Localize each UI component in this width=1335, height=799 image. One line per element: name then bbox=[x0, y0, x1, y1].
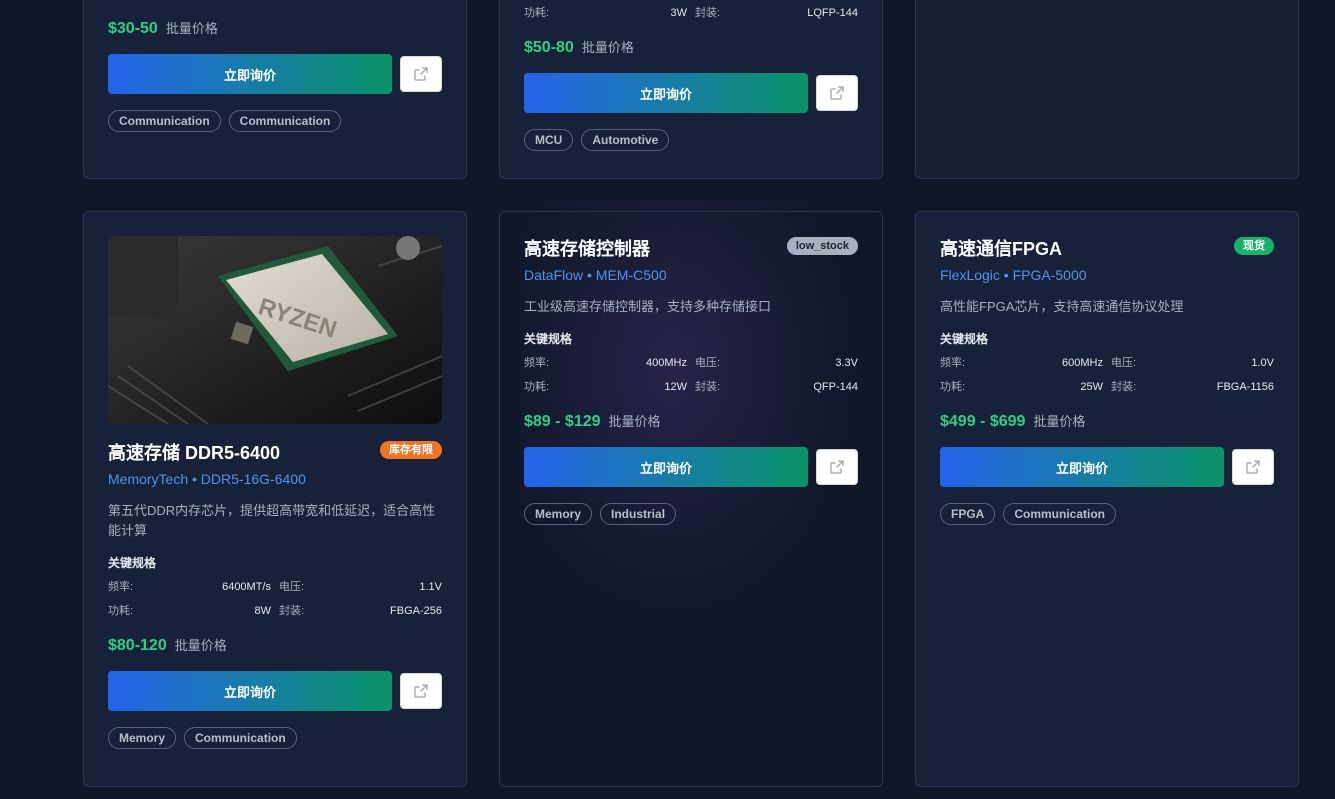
inquire-button[interactable]: 立即询价 bbox=[524, 447, 808, 487]
tag-list: MCU Automotive bbox=[524, 129, 858, 151]
spec-item: 功耗: 12W bbox=[524, 381, 687, 393]
inquire-button[interactable]: 立即询价 bbox=[524, 73, 808, 113]
tag[interactable]: Communication bbox=[228, 110, 342, 132]
inquire-button[interactable]: 立即询价 bbox=[940, 447, 1224, 487]
price-row: $80-120 批量价格 bbox=[108, 635, 442, 655]
spec-item: 频率: 6400MT/s bbox=[108, 581, 271, 593]
price: $50-80 bbox=[524, 39, 574, 56]
price-row: $89 - $129 批量价格 bbox=[524, 411, 858, 431]
external-link-button[interactable] bbox=[400, 56, 442, 92]
tag-list: Memory Industrial bbox=[524, 503, 858, 525]
inquire-button[interactable]: 立即询价 bbox=[108, 54, 392, 94]
tag-list: Communication Communication bbox=[108, 110, 442, 132]
spec-item: 封装: FBGA-256 bbox=[279, 605, 442, 617]
action-row: 立即询价 bbox=[108, 671, 442, 711]
external-link-icon bbox=[1246, 460, 1260, 474]
product-description: 工业级高速存储控制器，支持多种存储接口 bbox=[524, 299, 772, 314]
action-row: 立即询价 bbox=[524, 73, 858, 113]
external-link-icon bbox=[830, 460, 844, 474]
tag[interactable]: Communication bbox=[108, 110, 221, 132]
stock-badge: 现货 bbox=[1234, 237, 1274, 255]
external-link-button[interactable] bbox=[816, 449, 858, 485]
price-note: 批量价格 bbox=[174, 638, 227, 653]
spec-grid: 频率: 6400MT/s 电压: 1.1V 功耗: 8W 封装: FBGA-256 bbox=[108, 579, 442, 619]
spec-item: 封装: LQFP-144 bbox=[695, 7, 858, 19]
product-card-ddr5[interactable]: RYZEN 高速存储 DDR5-6400 库存有限 MemoryTech • D… bbox=[83, 211, 467, 787]
external-link-icon bbox=[414, 67, 428, 81]
price-note: 批量价格 bbox=[165, 21, 218, 36]
manufacturer-part[interactable]: DataFlow • MEM-C500 bbox=[524, 265, 858, 285]
specs-heading: 关键规格 bbox=[524, 332, 573, 346]
price-note: 批量价格 bbox=[581, 40, 634, 55]
spec-item: 电压: 3.3V bbox=[695, 357, 858, 369]
tag[interactable]: Communication bbox=[1003, 503, 1117, 525]
inquire-button[interactable]: 立即询价 bbox=[108, 671, 392, 711]
product-image: RYZEN bbox=[108, 236, 442, 424]
price: $499 - $699 bbox=[940, 413, 1026, 430]
manufacturer-part[interactable]: MemoryTech • DDR5-16G-6400 bbox=[108, 469, 442, 489]
spec-item: 功耗: 3W bbox=[524, 7, 687, 19]
tag[interactable]: FPGA bbox=[940, 503, 996, 525]
price-row: $50-80 批量价格 bbox=[524, 37, 858, 57]
spec-item: 电压: 1.1V bbox=[279, 581, 442, 593]
action-row: 立即询价 bbox=[524, 447, 858, 487]
price-row: $30-50 批量价格 bbox=[108, 18, 442, 38]
product-title[interactable]: 高速存储 DDR5-6400 bbox=[108, 441, 280, 465]
price: $89 - $129 bbox=[524, 413, 601, 430]
product-title[interactable]: 高速通信FPGA bbox=[940, 237, 1062, 261]
spec-item: 封装: FBGA-1156 bbox=[1111, 381, 1274, 393]
tag[interactable]: Automotive bbox=[581, 129, 670, 151]
action-row: 立即询价 bbox=[940, 447, 1274, 487]
product-card-top-1: $30-50 批量价格 立即询价 Communication Communica… bbox=[83, 0, 467, 179]
spec-item: 电压: 1.0V bbox=[1111, 357, 1274, 369]
specs-heading: 关键规格 bbox=[940, 332, 989, 346]
external-link-icon bbox=[830, 86, 844, 100]
title-row: 高速存储 DDR5-6400 库存有限 bbox=[108, 441, 442, 465]
product-description: 第五代DDR内存芯片，提供超高带宽和低延迟，适合高性能计算 bbox=[108, 503, 436, 538]
stock-badge: low_stock bbox=[786, 237, 858, 255]
stock-badge: 库存有限 bbox=[380, 441, 442, 459]
tag[interactable]: Memory bbox=[524, 503, 593, 525]
product-grid: $30-50 批量价格 立即询价 Communication Communica… bbox=[0, 0, 1335, 799]
action-row: 立即询价 bbox=[108, 54, 442, 94]
manufacturer-part[interactable]: FlexLogic • FPGA-5000 bbox=[940, 265, 1274, 285]
product-title[interactable]: 高速存储控制器 bbox=[524, 237, 650, 261]
title-row: 高速通信FPGA 现货 bbox=[940, 237, 1274, 261]
title-row: 高速存储控制器 low_stock bbox=[524, 237, 858, 261]
price: $30-50 bbox=[108, 20, 158, 37]
price-row: $499 - $699 批量价格 bbox=[940, 411, 1274, 431]
spec-item: 频率: 400MHz bbox=[524, 357, 687, 369]
external-link-icon bbox=[414, 684, 428, 698]
external-link-button[interactable] bbox=[816, 75, 858, 111]
price: $80-120 bbox=[108, 637, 167, 654]
spec-grid: 功耗: 3W 封装: LQFP-144 bbox=[524, 5, 858, 21]
spec-grid: 频率: 600MHz 电压: 1.0V 功耗: 25W 封装: FBGA-1156 bbox=[940, 355, 1274, 395]
spec-grid: 频率: 400MHz 电压: 3.3V 功耗: 12W 封装: QFP-144 bbox=[524, 355, 858, 395]
tag-list: FPGA Communication bbox=[940, 503, 1274, 525]
product-card-top-3 bbox=[915, 0, 1299, 179]
tag[interactable]: MCU bbox=[524, 129, 574, 151]
external-link-button[interactable] bbox=[400, 673, 442, 709]
tag[interactable]: Communication bbox=[184, 727, 297, 749]
external-link-button[interactable] bbox=[1232, 449, 1274, 485]
spec-item: 封装: QFP-144 bbox=[695, 381, 858, 393]
cpu-chip-illustration: RYZEN bbox=[108, 236, 442, 424]
product-card-fpga[interactable]: 高速通信FPGA 现货 FlexLogic • FPGA-5000 高性能FPG… bbox=[915, 211, 1299, 787]
tag[interactable]: Industrial bbox=[600, 503, 677, 525]
product-description: 高性能FPGA芯片，支持高速通信协议处理 bbox=[940, 299, 1184, 314]
spec-item: 功耗: 25W bbox=[940, 381, 1103, 393]
price-note: 批量价格 bbox=[1033, 414, 1086, 429]
spec-item: 频率: 600MHz bbox=[940, 357, 1103, 369]
product-card-top-2: 功耗: 3W 封装: LQFP-144 $50-80 批量价格 立即询价 MCU A… bbox=[499, 0, 883, 179]
product-card-mem-controller[interactable]: 高速存储控制器 low_stock DataFlow • MEM-C500 工业… bbox=[499, 211, 883, 787]
tag[interactable]: Memory bbox=[108, 727, 177, 749]
specs-heading: 关键规格 bbox=[108, 556, 157, 570]
spec-item: 功耗: 8W bbox=[108, 605, 271, 617]
tag-list: Memory Communication bbox=[108, 727, 442, 749]
price-note: 批量价格 bbox=[608, 414, 661, 429]
